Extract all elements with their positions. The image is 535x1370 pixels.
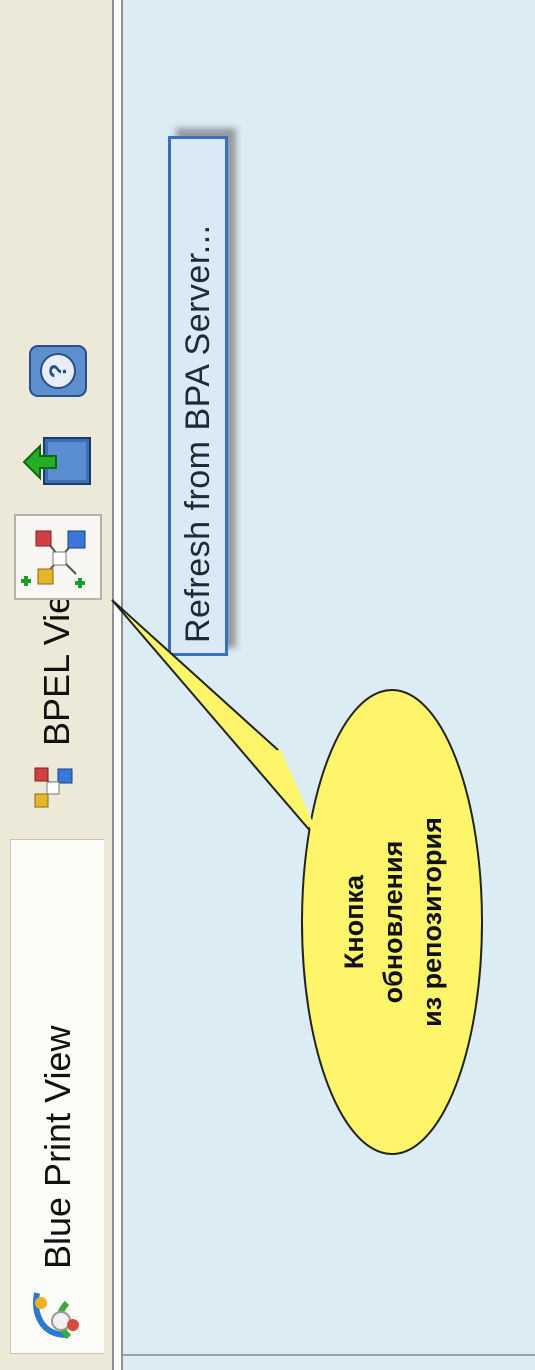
callout-pointer [111,599,319,841]
callout-line-1: Кнопка [338,874,369,970]
callout-text: Кнопка обновления из репозитория [318,712,468,1132]
callout-line-3: из репозитория [416,817,447,1027]
callout-bubble [111,599,483,1155]
callout-line-2: обновления [377,840,408,1004]
editor-stage: Blue Print View BPEL View ? Refresh from… [0,0,535,1370]
